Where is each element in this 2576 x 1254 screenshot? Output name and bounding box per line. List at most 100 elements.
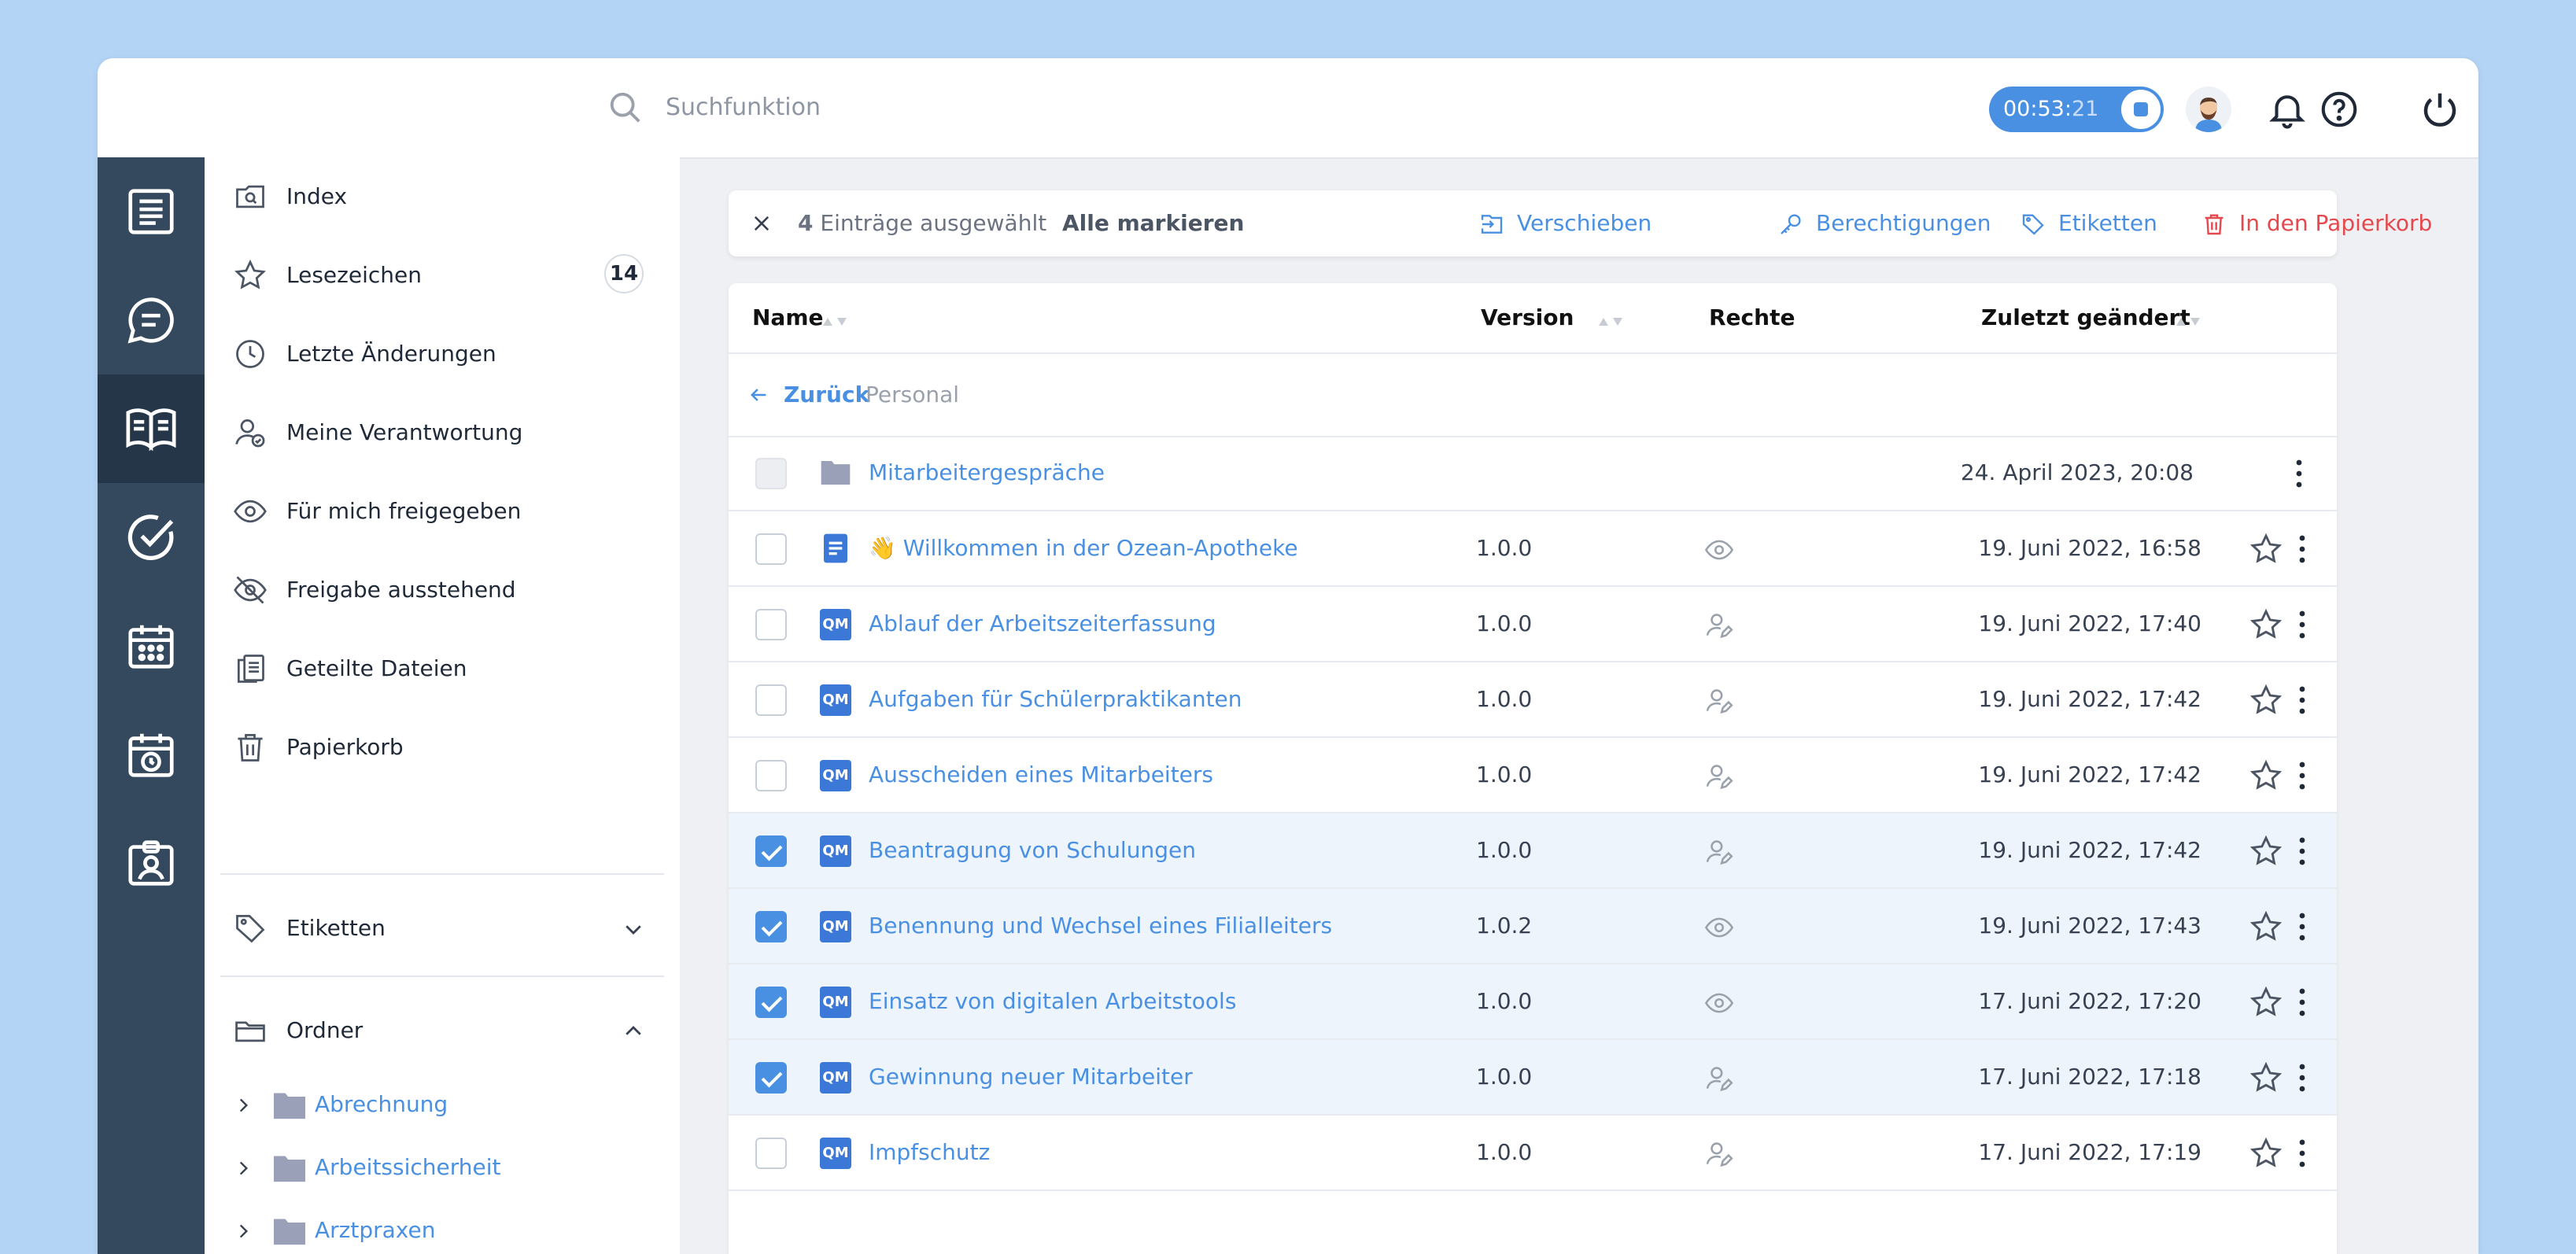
nav-news[interactable] [98,157,205,266]
sidebar-item-my-responsibility[interactable]: Meine Verantwortung [205,393,680,472]
sidebar-item-shared-with-me[interactable]: Für mich freigegeben [205,472,680,551]
folder-tree-item[interactable]: Abrechnung [205,1075,680,1136]
sidebar-section-folders[interactable]: Ordner [205,991,680,1070]
table-row[interactable]: QM Impfschutz 1.0.0 17. Juni 2022, 17:19 [729,1116,2337,1191]
table-row[interactable]: QM Einsatz von digitalen Arbeitstools 1.0.… [729,964,2337,1040]
table-row[interactable]: QM Aufgaben für Schülerpraktikanten 1.0.0 1… [729,662,2337,738]
row-checkbox[interactable] [755,609,787,640]
chevron-right-icon[interactable] [233,1221,253,1241]
row-name-link[interactable]: Impfschutz [869,1134,990,1171]
sort-icon[interactable] [821,315,848,327]
column-header-rights: Rechte [1709,304,1795,330]
row-menu-icon[interactable] [2294,758,2310,793]
row-name-link[interactable]: Gewinnung neuer Mitarbeiter [869,1059,1193,1095]
column-header-modified[interactable]: Zuletzt geändert [1981,301,2190,335]
user-responsibility-icon [235,419,265,448]
row-checkbox[interactable] [755,684,787,716]
row-name-link[interactable]: Einsatz von digitalen Arbeitstools [869,983,1236,1020]
table-row[interactable]: Mitarbeitergespräche 24. April 2023, 20:0… [729,436,2337,511]
folder-tree-item[interactable]: Arbeitssicherheit [205,1138,680,1199]
search-icon[interactable] [607,90,644,126]
table-row[interactable]: QM Beantragung von Schulungen 1.0.0 19. Jun… [729,813,2337,889]
top-bar: Suchfunktion 00:53:21 [98,58,2478,159]
row-checkbox[interactable] [755,533,787,565]
newspaper-icon [128,189,174,234]
row-checkbox[interactable] [755,760,787,791]
table-row[interactable]: QM Benennung und Wechsel eines Filialleit… [729,889,2337,964]
nav-staff[interactable] [98,809,205,917]
row-checkbox[interactable] [755,835,787,867]
sidebar-item-pending-approval[interactable]: Freigabe ausstehend [205,551,680,629]
close-icon[interactable] [751,212,773,234]
row-menu-icon[interactable] [2294,909,2310,944]
bookmark-star-icon[interactable] [2249,1060,2283,1095]
chevron-right-icon[interactable] [233,1158,253,1178]
row-menu-icon[interactable] [2294,1060,2310,1095]
row-name-link[interactable]: Beantragung von Schulungen [869,832,1196,869]
nav-calendar[interactable] [98,592,205,700]
bell-icon[interactable] [2266,88,2308,131]
row-menu-icon[interactable] [2294,607,2310,642]
arrow-left-icon[interactable] [747,384,769,406]
sidebar-item-trash[interactable]: Papierkorb [205,708,680,787]
row-checkbox[interactable] [755,1062,787,1094]
row-menu-icon[interactable] [2294,1136,2310,1171]
bookmark-star-icon[interactable] [2249,985,2283,1020]
table-row[interactable]: QM Ablauf der Arbeitszeiterfassung 1.0.0 19… [729,587,2337,662]
table-row[interactable]: QM Gewinnung neuer Mitarbeiter 1.0.0 17. Ju… [729,1040,2337,1116]
chat-icon [127,297,174,344]
row-name-link[interactable]: Mitarbeitergespräche [869,455,1105,491]
avatar[interactable] [2186,87,2231,132]
sort-icon[interactable] [2175,315,2201,327]
bookmark-star-icon[interactable] [2249,1136,2283,1171]
row-name-link[interactable]: Benennung und Wechsel eines Filialleiter… [869,908,1332,944]
chevron-up-icon[interactable] [622,1020,645,1043]
bookmark-star-icon[interactable] [2249,532,2283,566]
folder-tree-item[interactable]: Arztpraxen [205,1201,680,1254]
selection-label: Einträge ausgewählt [820,210,1047,236]
bookmark-star-icon[interactable] [2249,834,2283,869]
sidebar-item-shared-files[interactable]: Geteilte Dateien [205,629,680,708]
row-name-link[interactable]: Aufgaben für Schülerpraktikanten [869,681,1242,717]
qm-document-icon: QM [820,1138,851,1169]
nav-tasks[interactable] [98,483,205,592]
column-header-version[interactable]: Version [1481,301,1574,335]
row-name-link[interactable]: Ablauf der Arbeitszeiterfassung [869,606,1216,642]
row-menu-icon[interactable] [2294,683,2310,717]
table-row[interactable]: 👋 Willkommen in der Ozean-Apotheke 1.0.0 1… [729,511,2337,587]
sidebar-section-tags[interactable]: Etiketten [205,889,680,968]
qm-document-icon: QM [820,609,851,640]
select-all-button[interactable]: Alle markieren [1062,206,1244,241]
row-name-link[interactable]: 👋 Willkommen in der Ozean-Apotheke [869,530,1298,566]
sidebar-item-bookmarks[interactable]: Lesezeichen 14 [205,236,680,315]
row-checkbox[interactable] [755,911,787,942]
row-menu-icon[interactable] [2294,532,2310,566]
help-icon[interactable] [2318,88,2360,131]
sort-icon[interactable] [1597,315,1624,327]
row-menu-icon[interactable] [2294,834,2310,869]
chevron-right-icon[interactable] [233,1095,253,1116]
sidebar-item-recent-changes[interactable]: Letzte Änderungen [205,315,680,393]
nav-handbook[interactable] [98,374,205,483]
row-name-link[interactable]: Ausscheiden eines Mitarbeiters [869,757,1213,793]
sidebar-item-label: Index [286,183,348,209]
power-icon[interactable] [2419,88,2461,131]
sidebar-item-index[interactable]: Index [205,157,680,236]
row-menu-icon[interactable] [2291,456,2307,491]
row-checkbox[interactable] [755,987,787,1018]
chevron-down-icon[interactable] [622,917,645,941]
back-link[interactable]: Zurück [784,378,869,412]
search-input[interactable]: Suchfunktion [666,90,821,126]
column-header-name[interactable]: Name [752,301,824,335]
bookmark-star-icon[interactable] [2249,758,2283,793]
bookmark-star-icon[interactable] [2249,909,2283,944]
row-checkbox[interactable] [755,1138,787,1169]
time-tracker[interactable]: 00:53:21 [1989,87,2164,132]
stop-timer-button[interactable] [2121,90,2161,129]
row-menu-icon[interactable] [2294,985,2310,1020]
nav-chat[interactable] [98,266,205,374]
nav-schedule[interactable] [98,700,205,809]
bookmark-star-icon[interactable] [2249,607,2283,642]
bookmark-star-icon[interactable] [2249,683,2283,717]
table-row[interactable]: QM Ausscheiden eines Mitarbeiters 1.0.0 19.… [729,738,2337,813]
